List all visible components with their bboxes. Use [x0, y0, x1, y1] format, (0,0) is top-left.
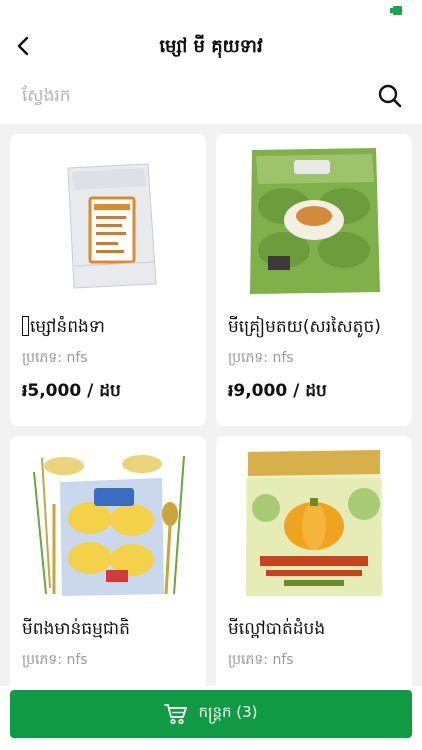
cart-button[interactable]: កន្ត្រក (3) — [10, 690, 412, 738]
product-price: ៛9,000 / ដប — [228, 381, 327, 401]
product-image — [230, 448, 398, 598]
cart-icon — [164, 704, 188, 725]
text-cursor — [22, 316, 29, 336]
product-type: ប្រភេទ: nfs — [228, 350, 294, 366]
screen: ម្សៅ មី គុយទាវ ស្វែងរក ម្សៅនំពងទា ប្រភេទ… — [0, 0, 422, 750]
product-name-wrap: ម្សៅនំពងទា — [22, 316, 200, 341]
product-name: មីគ្រៀមតយ(សរសៃតូច) — [228, 317, 381, 337]
product-card[interactable]: ម្សៅនំពងទា ប្រភេទ: nfs ៛5,000 / ដប — [10, 134, 206, 426]
product-grid: ម្សៅនំពងទា ប្រភេទ: nfs ៛5,000 / ដប មីគ្រ… — [0, 124, 422, 750]
product-image — [24, 146, 192, 296]
product-type: ប្រភេទ: nfs — [22, 652, 88, 668]
product-name: ម្សៅនំពងទា — [30, 317, 105, 337]
search-bar — [0, 72, 422, 120]
status-bar — [0, 0, 422, 22]
product-card[interactable]: មីគ្រៀមតយ(សរសៃតូច) ប្រភេទ: nfs ៛9,000 / … — [216, 134, 412, 426]
product-name: មីពងមាន់ធម្មជាតិ — [22, 619, 130, 639]
product-image — [24, 448, 192, 598]
bottom-bar: កន្ត្រក (3) — [0, 686, 422, 750]
product-type: ប្រភេទ: nfs — [22, 350, 88, 366]
battery-icon — [390, 6, 402, 15]
product-price: ៛5,000 / ដប — [22, 381, 121, 401]
product-card[interactable]: មីពងមាន់ធម្មជាតិ ប្រភេទ: nfs — [10, 436, 206, 728]
cart-button-label: កន្ត្រក (3) — [198, 703, 258, 721]
search-button[interactable] — [374, 80, 406, 112]
product-image — [230, 146, 398, 296]
product-name: មីល្ពៅបាត់ដំបង — [228, 619, 326, 639]
product-type: ប្រភេទ: nfs — [228, 652, 294, 668]
search-input[interactable] — [22, 78, 352, 114]
page-title: ម្សៅ មី គុយទាវ — [159, 36, 263, 57]
search-icon — [378, 84, 402, 108]
product-list: ម្សៅនំពងទា ប្រភេទ: nfs ៛5,000 / ដប មីគ្រ… — [0, 124, 422, 750]
product-card[interactable]: មីល្ពៅបាត់ដំបង ប្រភេទ: nfs — [216, 436, 412, 728]
app-header: ម្សៅ មី គុយទាវ — [0, 22, 422, 70]
